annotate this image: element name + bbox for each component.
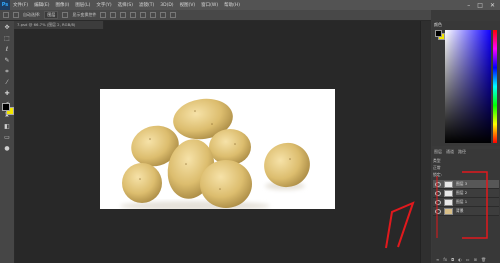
annotation-overlay (385, 171, 488, 249)
annotation-arrow (385, 201, 415, 249)
annotation-bracket (462, 171, 488, 239)
